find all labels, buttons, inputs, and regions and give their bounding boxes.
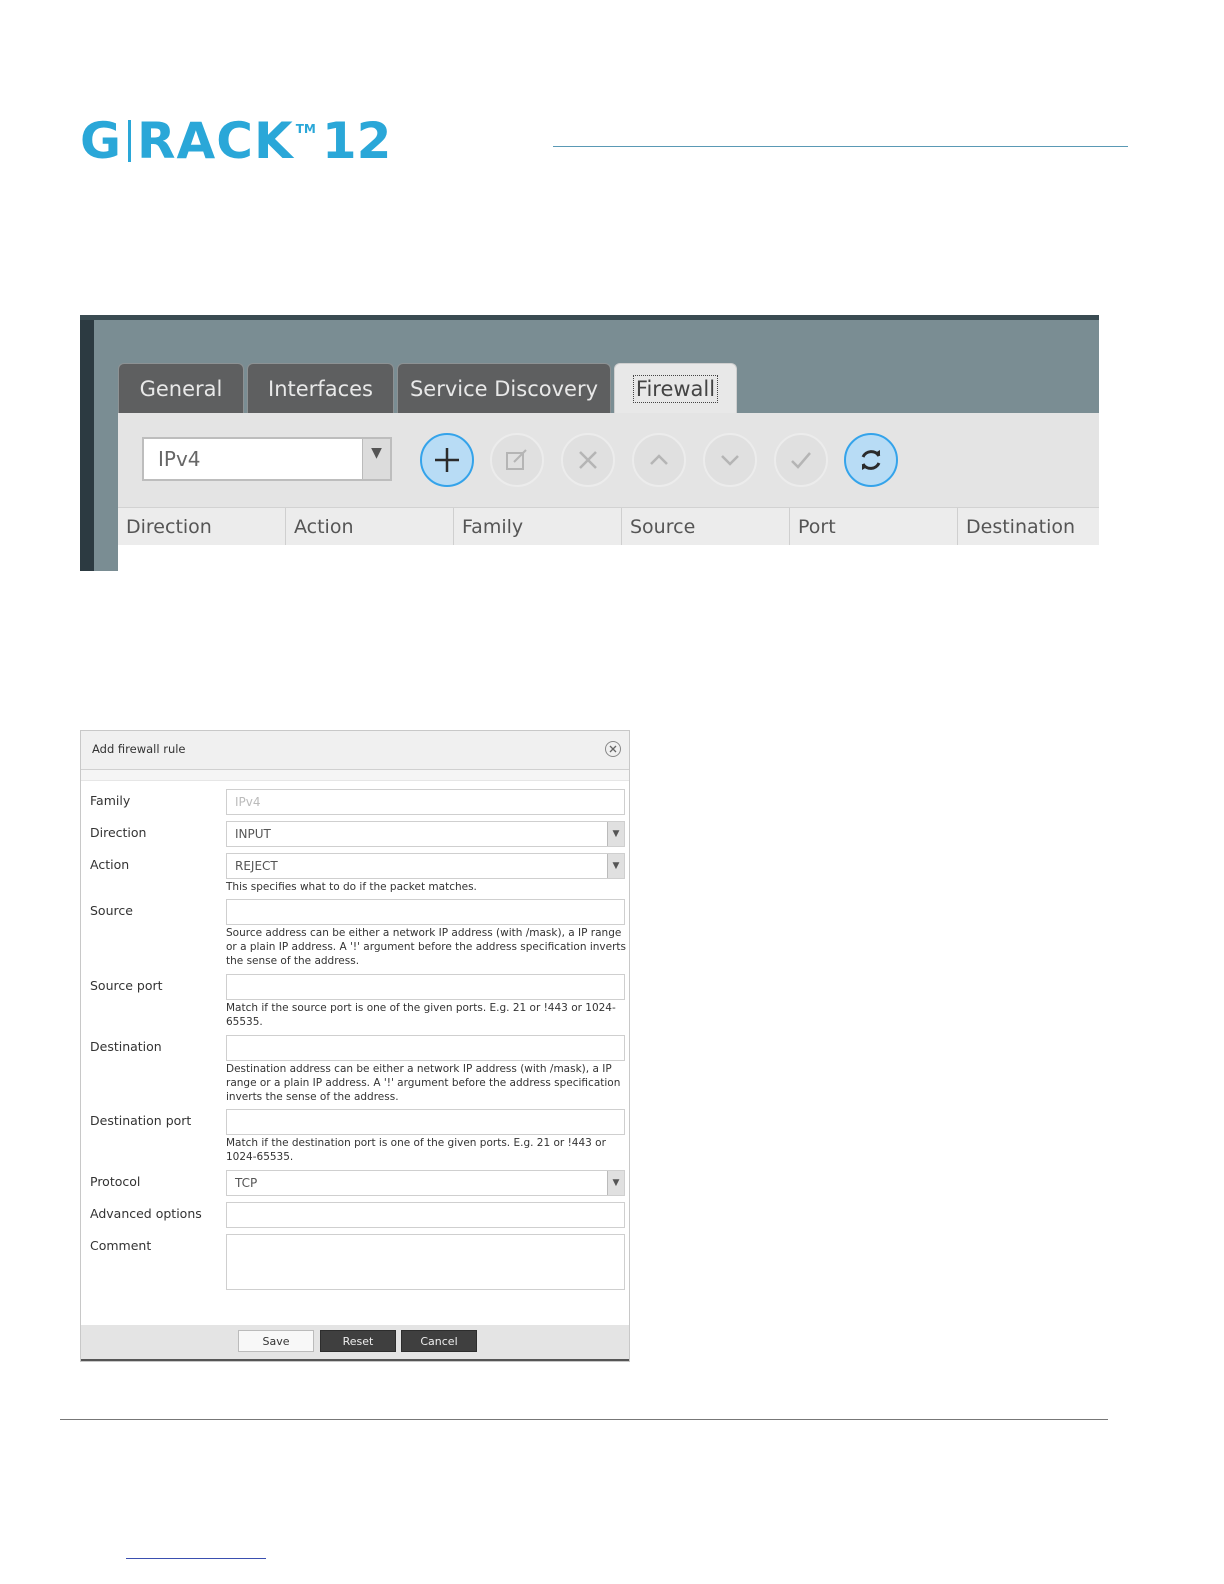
column-port[interactable]: Port — [790, 508, 958, 546]
move-up-button[interactable] — [632, 433, 686, 487]
column-action[interactable]: Action — [286, 508, 454, 546]
family-label: Family — [90, 793, 131, 808]
window-top-edge — [80, 315, 1099, 320]
rules-table-header: Direction Action Family Source Port Dest… — [118, 507, 1099, 546]
column-destination[interactable]: Destination — [958, 508, 1099, 546]
protocol-select[interactable]: TCP ▼ — [226, 1170, 625, 1196]
tab-service-discovery[interactable]: Service Discovery — [397, 363, 611, 413]
tab-firewall-label: Firewall — [632, 374, 719, 403]
firewall-toolbar: IPv4 ▼ — [118, 413, 1099, 507]
logo-divider — [128, 120, 132, 162]
apply-button[interactable] — [774, 433, 828, 487]
apply-icon — [791, 452, 811, 469]
tab-interfaces[interactable]: Interfaces — [247, 363, 394, 413]
direction-label: Direction — [90, 825, 147, 840]
footer-rule — [60, 1419, 1108, 1420]
source-port-input[interactable] — [226, 974, 625, 1000]
logo-rack: RACK — [137, 112, 294, 170]
window-left-edge — [80, 315, 94, 571]
comment-textarea[interactable] — [226, 1234, 625, 1290]
tab-firewall[interactable]: Firewall — [614, 363, 737, 413]
advanced-options-input[interactable] — [226, 1202, 625, 1228]
delete-rule-button[interactable] — [561, 433, 615, 487]
destination-input[interactable] — [226, 1035, 625, 1061]
action-select-value: REJECT — [235, 859, 278, 873]
direction-select[interactable]: INPUT ▼ — [226, 821, 625, 847]
dialog-title-bar: Add firewall rule — [81, 731, 629, 770]
family-select-value: IPv4 — [158, 447, 201, 471]
chevron-down-icon[interactable]: ▼ — [607, 1171, 624, 1195]
action-label: Action — [90, 857, 130, 872]
delete-icon — [579, 451, 597, 469]
dialog-footer: Save Reset Cancel — [81, 1325, 629, 1361]
footer-link-underline[interactable] — [126, 1558, 266, 1559]
firewall-screenshot: General Interfaces Service Discovery Fir… — [80, 315, 1099, 571]
tab-interfaces-label: Interfaces — [268, 376, 373, 401]
column-direction[interactable]: Direction — [118, 508, 286, 546]
dialog-bottom-edge — [81, 1359, 629, 1361]
logo-g: G — [80, 112, 123, 170]
cancel-button[interactable]: Cancel — [401, 1330, 477, 1352]
move-up-icon — [650, 454, 668, 465]
header-rule — [553, 146, 1128, 147]
chevron-down-icon[interactable]: ▼ — [362, 439, 390, 479]
logo-number: 12 — [321, 112, 392, 170]
destination-port-input[interactable] — [226, 1109, 625, 1135]
source-label: Source — [90, 903, 133, 918]
destination-label: Destination — [90, 1039, 162, 1054]
grack12-logo: G RACK TM 12 — [80, 112, 392, 170]
source-help: Source address can be either a network I… — [226, 927, 626, 967]
add-firewall-rule-dialog: Add firewall rule Family IPv4 Direction … — [80, 730, 630, 1362]
family-select[interactable]: IPv4 ▼ — [142, 437, 392, 481]
logo-tm: TM — [295, 122, 316, 136]
rules-table-body — [118, 545, 1099, 571]
destination-help: Destination address can be either a netw… — [226, 1063, 621, 1103]
tab-general-label: General — [139, 376, 223, 401]
family-field: IPv4 — [226, 789, 625, 815]
protocol-select-value: TCP — [235, 1176, 258, 1190]
chevron-down-icon[interactable]: ▼ — [607, 854, 624, 878]
source-port-help: Match if the source port is one of the g… — [226, 1002, 616, 1028]
column-source[interactable]: Source — [622, 508, 790, 546]
destination-port-label: Destination port — [90, 1113, 192, 1128]
destination-port-help: Match if the destination port is one of … — [226, 1137, 606, 1163]
tab-service-discovery-label: Service Discovery — [409, 376, 599, 401]
move-down-button[interactable] — [703, 433, 757, 487]
dialog-title: Add firewall rule — [92, 742, 186, 756]
close-icon — [609, 745, 617, 753]
dialog-tab-strip — [81, 770, 629, 781]
comment-label: Comment — [90, 1238, 152, 1253]
edit-rule-button[interactable] — [490, 433, 544, 487]
advanced-options-label: Advanced options — [90, 1206, 202, 1221]
reset-button[interactable]: Reset — [320, 1330, 396, 1352]
tab-general[interactable]: General — [118, 363, 244, 413]
move-down-icon — [721, 455, 739, 466]
action-select[interactable]: REJECT ▼ — [226, 853, 625, 879]
chevron-down-icon[interactable]: ▼ — [607, 822, 624, 846]
source-port-label: Source port — [90, 978, 163, 993]
direction-select-value: INPUT — [235, 827, 271, 841]
edit-icon — [506, 449, 527, 470]
refresh-icon — [861, 450, 881, 470]
protocol-label: Protocol — [90, 1174, 141, 1189]
action-help: This specifies what to do if the packet … — [226, 881, 477, 893]
source-input[interactable] — [226, 899, 625, 925]
save-button[interactable]: Save — [238, 1330, 314, 1352]
add-icon — [435, 448, 459, 472]
add-rule-button[interactable] — [420, 433, 474, 487]
dialog-close-button[interactable] — [605, 741, 621, 757]
refresh-button[interactable] — [844, 433, 898, 487]
column-family[interactable]: Family — [454, 508, 622, 546]
